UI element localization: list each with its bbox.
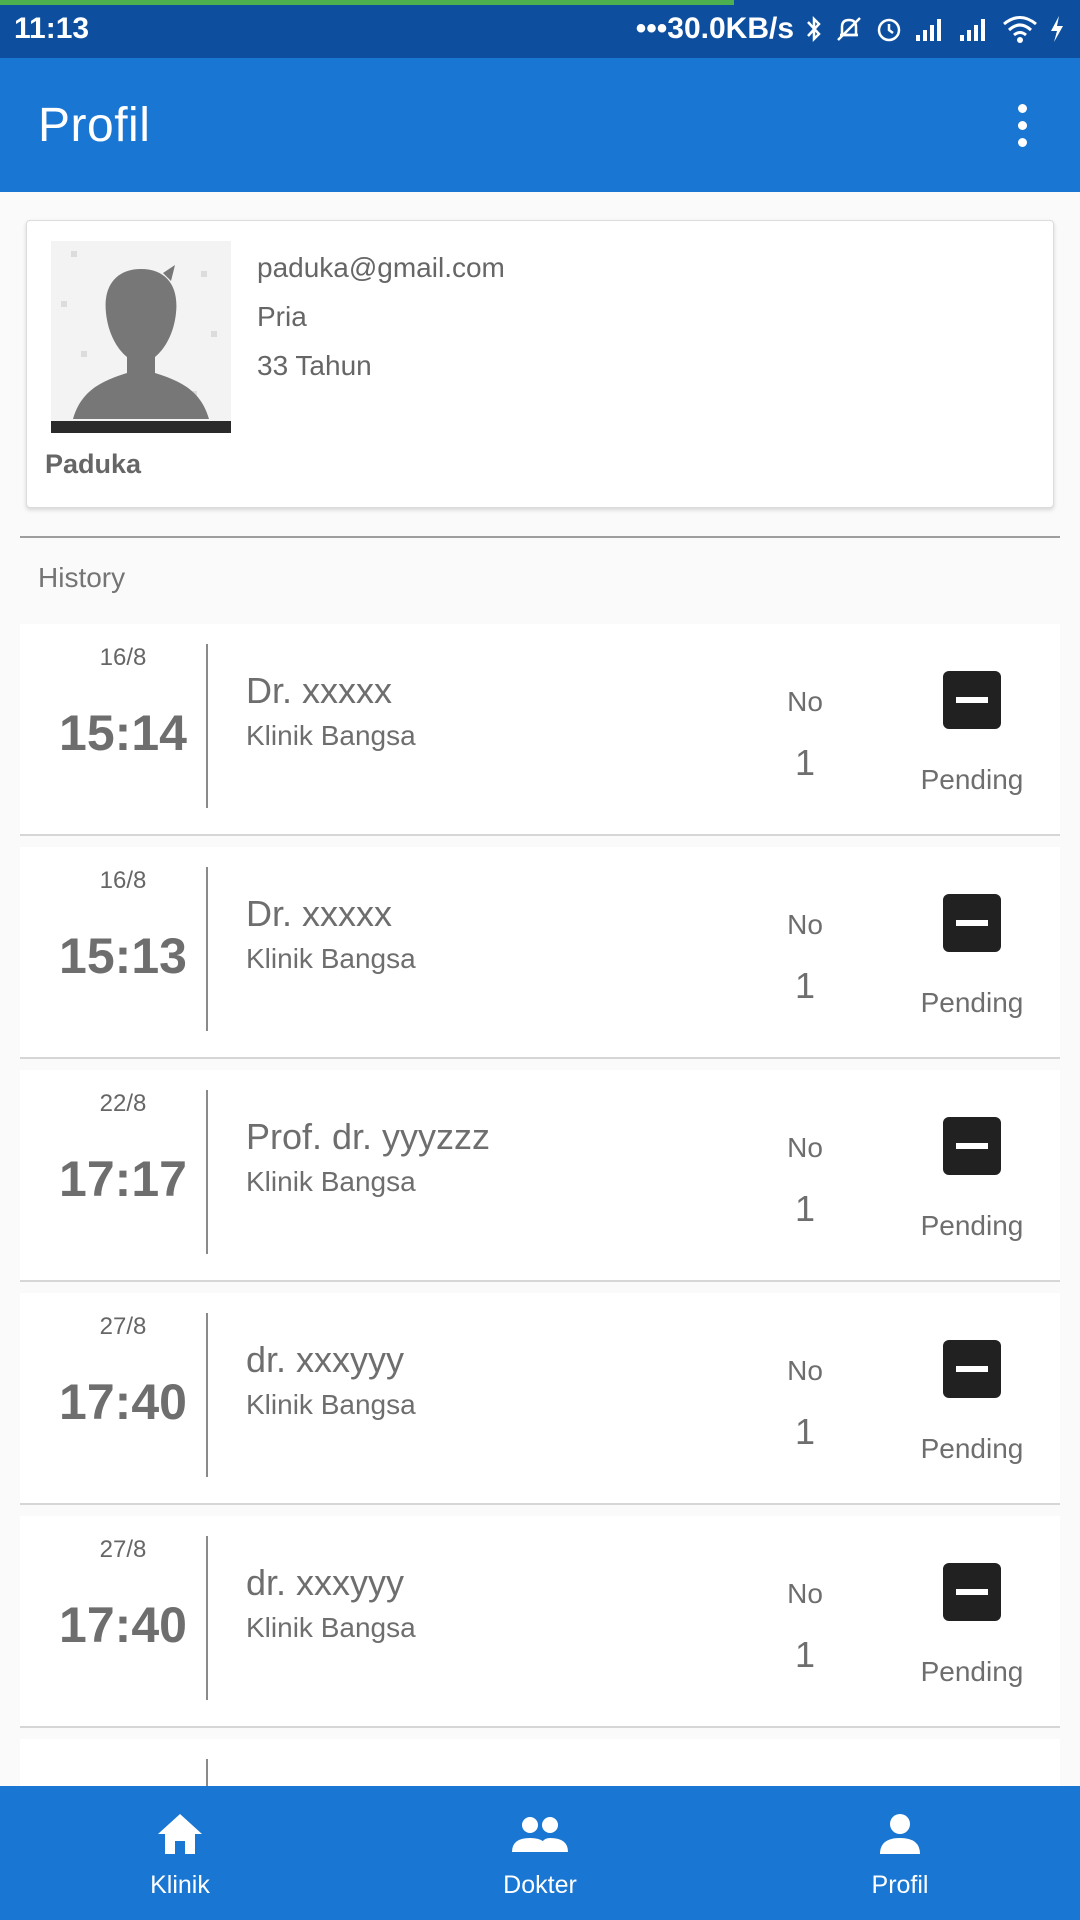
wifi-icon [1002,14,1038,44]
avatar [51,241,231,433]
app-bar: Profil [0,58,1080,192]
divider [206,867,208,1031]
bluetooth-icon [804,14,824,44]
divider [206,1536,208,1700]
divider [20,536,1060,538]
profile-content[interactable]: paduka@gmail.com Pria 33 Tahun Paduka Hi… [0,192,1080,1786]
profile-gender: Pria [257,301,307,332]
history-clinic: Klinik Bangsa [246,1612,416,1643]
status-label: Pending [920,1433,1024,1464]
divider [206,1313,208,1477]
profile-card: paduka@gmail.com Pria 33 Tahun Paduka [26,220,1054,508]
mute-icon [834,14,864,44]
queue-number-value: 1 [794,1188,816,1229]
history-item[interactable]: 16/8 15:13 Dr. xxxxx Klinik Bangsa No 1 … [20,847,1060,1059]
history-date: 16/8 [99,867,147,894]
nav-item-klinik[interactable]: Klinik [0,1786,360,1920]
history-item[interactable]: 22/8 17:17 Prof. dr. yyyzzz Klinik Bangs… [20,1070,1060,1282]
history-item[interactable]: 27/8 17:40 dr. xxxyyy Klinik Bangsa No 1… [20,1293,1060,1505]
queue-number-value: 1 [794,965,816,1006]
pending-status-icon [943,1563,1001,1621]
history-doctor: Dr. xxxxx [246,670,393,711]
pending-status-icon [943,1340,1001,1398]
page-title: Profil [38,98,151,152]
history-list: 16/8 15:14 Dr. xxxxx Klinik Bangsa No 1 … [20,624,1060,1786]
alarm-icon [874,14,904,44]
history-date: 27/8 [99,1536,147,1563]
queue-number-value: 1 [794,1634,816,1675]
pending-status-icon [943,894,1001,952]
history-heading: History [38,562,126,593]
more-vert-icon[interactable] [1002,95,1042,155]
status-label: Pending [920,1656,1024,1687]
charging-icon [1048,14,1066,44]
history-item[interactable]: 27/8 17:40 dr. xxxyyy Klinik Bangsa No 1… [20,1516,1060,1728]
nav-item-profil[interactable]: Profil [720,1786,1080,1920]
history-time: 17:40 [59,1374,187,1430]
status-label: Pending [920,987,1024,1018]
signal-icon [914,15,948,43]
queue-number-value: 1 [794,1411,816,1452]
home-icon [155,1807,205,1861]
status-label: Pending [920,764,1024,795]
history-time: 17:17 [59,1151,187,1207]
people-icon [510,1807,570,1861]
history-date: 22/8 [99,1090,147,1117]
history-time: 15:14 [59,705,187,761]
pending-status-icon [943,1117,1001,1175]
profile-info: paduka@gmail.com Pria 33 Tahun [257,243,505,390]
person-icon [878,1807,922,1861]
nav-label: Profil [871,1870,929,1899]
divider [206,644,208,808]
person-silhouette-icon [51,241,231,433]
network-speed: •••30.0KB/s [635,12,794,45]
profile-age: 33 Tahun [257,350,372,381]
status-label: Pending [920,1210,1024,1241]
signal-icon [958,15,992,43]
queue-number-value: 1 [794,742,816,783]
nav-label: Klinik [150,1870,210,1899]
profile-name: Paduka [45,449,142,479]
profile-email: paduka@gmail.com [257,252,505,283]
bottom-navigation: Klinik Dokter Profil [0,1786,1080,1920]
loading-progress-bar [0,0,735,5]
history-doctor: dr. xxxyyy [246,1339,405,1380]
history-doctor: Prof. dr. yyyzzz [246,1116,491,1157]
history-clinic: Klinik Bangsa [246,1166,416,1197]
history-clinic: Klinik Bangsa [246,943,416,974]
queue-number-label: No [787,1132,823,1163]
queue-number-label: No [787,1355,823,1386]
history-clinic: Klinik Bangsa [246,720,416,751]
queue-number-label: No [787,909,823,940]
status-time: 11:13 [14,12,90,45]
history-date: 16/8 [99,644,147,671]
status-icons: •••30.0KB/s [636,12,1066,46]
history-clinic: Klinik Bangsa [246,1389,416,1420]
history-item[interactable] [20,1739,1060,1786]
history-time: 15:13 [59,928,187,984]
history-doctor: dr. xxxyyy [246,1562,405,1603]
nav-label: Dokter [503,1870,577,1899]
divider [206,1759,208,1786]
queue-number-label: No [787,686,823,717]
history-date: 27/8 [99,1313,147,1340]
queue-number-label: No [787,1578,823,1609]
pending-status-icon [943,671,1001,729]
history-item[interactable]: 16/8 15:14 Dr. xxxxx Klinik Bangsa No 1 … [20,624,1060,836]
history-doctor: Dr. xxxxx [246,893,393,934]
nav-item-dokter[interactable]: Dokter [360,1786,720,1920]
history-time: 17:40 [59,1597,187,1653]
status-bar: 11:13 •••30.0KB/s [0,0,1080,58]
divider [206,1090,208,1254]
